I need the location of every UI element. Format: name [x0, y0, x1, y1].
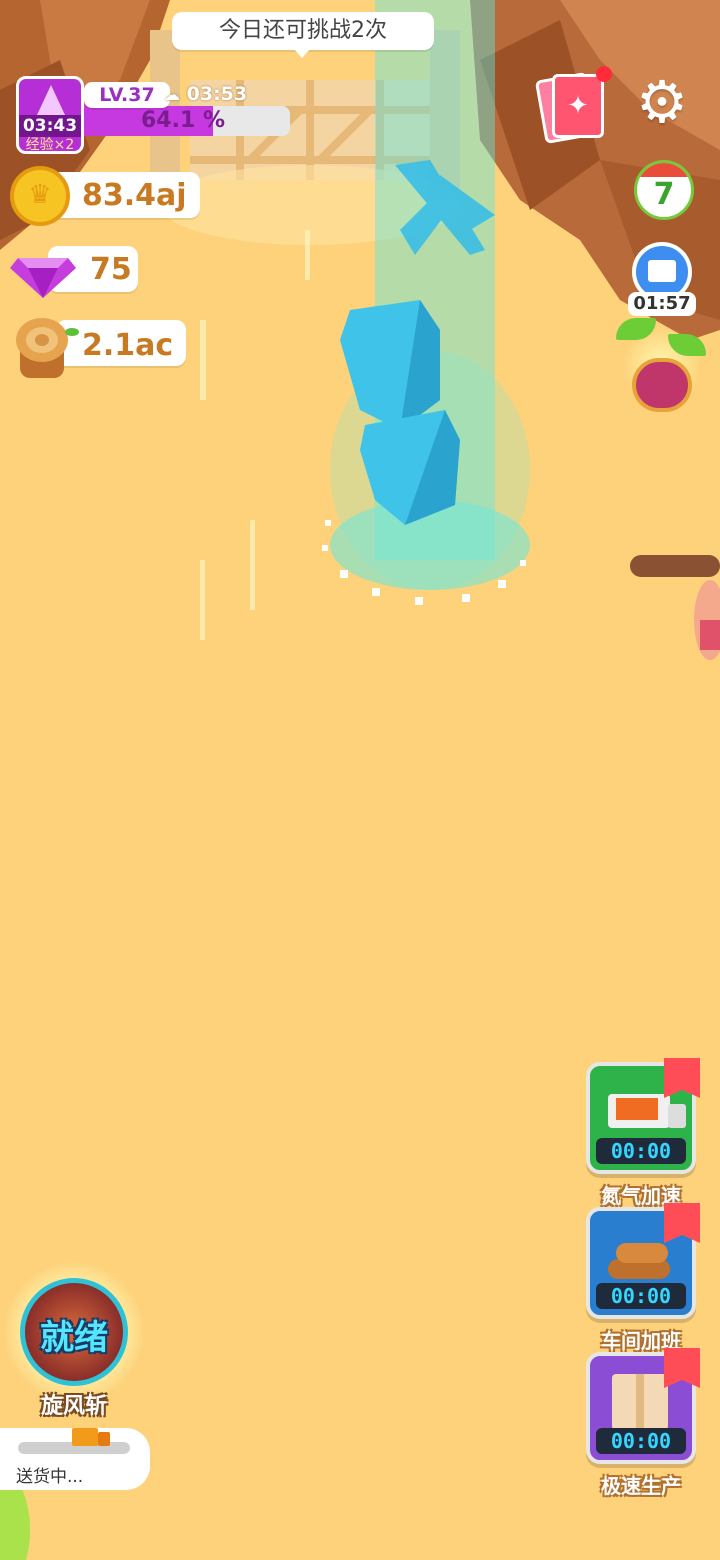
wood-log-icon — [16, 318, 79, 378]
fruit-icon — [632, 358, 692, 412]
card-icon: ✦ — [552, 74, 604, 138]
notification-dot — [596, 66, 612, 82]
nitro-boost-timer: 00:00 — [596, 1138, 686, 1164]
exp-progress-text: 64.1 % — [141, 108, 225, 133]
coin-amount: 83.4aj — [82, 178, 187, 213]
rapid-production-timer: 00:00 — [596, 1428, 686, 1454]
skill-name: 旋风斩 — [40, 1394, 107, 1419]
settings-gear-icon[interactable]: ⚙ — [632, 72, 692, 132]
exp-progress-bar: 64.1 % — [76, 106, 290, 136]
wood-counter[interactable]: 2.1ac — [10, 314, 186, 382]
overtime-boost-timer: 00:00 — [596, 1283, 686, 1309]
calendar-icon: 7 — [634, 160, 694, 220]
exp-bonus-label: 经验×2 — [25, 137, 75, 153]
badge-timer: 03:43 — [19, 115, 81, 137]
rapid-production-label: 极速生产 — [601, 1474, 681, 1498]
game-scene: 今日还可挑战2次 64.1 % LV.37 ☁ 03:53 03:43 经验×2… — [0, 0, 720, 1560]
coin-counter[interactable]: ♛ 83.4aj — [10, 166, 200, 226]
player-level-panel[interactable]: 64.1 % LV.37 ☁ 03:53 03:43 经验×2 — [16, 76, 290, 156]
challenge-banner: 今日还可挑战2次 — [172, 12, 434, 50]
weather-timer: ☁ 03:53 — [164, 83, 248, 105]
card-collection-button[interactable]: ✦ — [534, 66, 614, 145]
challenge-text: 今日还可挑战2次 — [219, 18, 387, 43]
skill-state: 就绪 — [40, 1318, 108, 1358]
shop-timer: 01:57 — [628, 292, 696, 316]
tree-icon — [37, 85, 65, 115]
challenge-pointer — [294, 49, 310, 58]
level-badge[interactable]: 03:43 经验×2 — [16, 76, 84, 154]
wood-amount: 2.1ac — [82, 328, 174, 363]
gem-amount: 75 — [90, 252, 132, 287]
delivery-truck-icon — [72, 1426, 112, 1448]
gem-counter[interactable]: 75 — [8, 244, 138, 300]
calendar-day: 7 — [653, 177, 675, 212]
gem-icon — [10, 258, 76, 298]
daily-calendar-button[interactable]: 7 — [630, 156, 698, 226]
level-label: LV.37 — [84, 82, 170, 108]
delivery-status-text: 送货中... — [16, 1467, 84, 1487]
log-pile-icon — [604, 1235, 674, 1283]
shop-button[interactable]: 01:57 — [628, 242, 698, 320]
delivery-status-panel[interactable]: 送货中... — [0, 1428, 150, 1490]
whirlwind-skill-button[interactable]: 就绪 旋风斩 — [4, 1262, 144, 1422]
coin-icon: ♛ — [10, 166, 70, 226]
magic-fruit-button[interactable] — [612, 318, 712, 418]
cloud-icon: ☁ — [164, 85, 180, 104]
